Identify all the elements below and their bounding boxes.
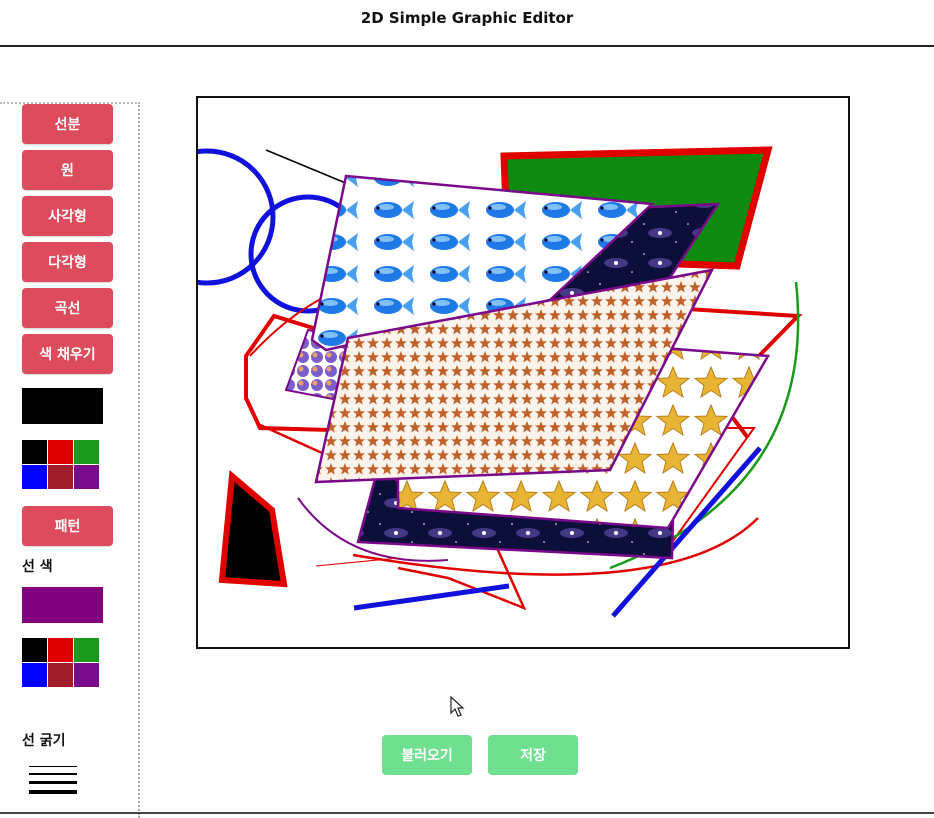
fill-tool-button[interactable]: 색 채우기 bbox=[22, 334, 113, 374]
line-width-4[interactable] bbox=[29, 790, 77, 794]
palette-color-red[interactable] bbox=[48, 440, 73, 464]
palette-color-green[interactable] bbox=[74, 440, 99, 464]
pattern-button[interactable]: 패턴 bbox=[22, 506, 113, 546]
circle-tool-button[interactable]: 원 bbox=[22, 150, 113, 190]
palette-color-black[interactable] bbox=[22, 440, 47, 464]
bottom-divider bbox=[0, 812, 934, 814]
drawing-canvas[interactable] bbox=[196, 96, 850, 649]
line-tool-button[interactable]: 선분 bbox=[22, 104, 113, 144]
save-button[interactable]: 저장 bbox=[488, 735, 578, 775]
palette-color-blue[interactable] bbox=[22, 663, 47, 687]
fill-color-current-swatch[interactable] bbox=[22, 388, 103, 424]
palette-color-blue[interactable] bbox=[22, 465, 47, 489]
line-width-label: 선 굵기 bbox=[22, 733, 66, 749]
palette-color-black[interactable] bbox=[22, 638, 47, 662]
title-divider bbox=[0, 45, 934, 47]
line-color-label: 선 색 bbox=[22, 559, 53, 575]
palette-color-dark-red[interactable] bbox=[48, 465, 73, 489]
fill-color-palette bbox=[22, 440, 99, 489]
curve-tool-button[interactable]: 곡선 bbox=[22, 288, 113, 328]
line-width-3[interactable] bbox=[29, 781, 77, 784]
palette-color-purple[interactable] bbox=[74, 465, 99, 489]
palette-color-dark-red[interactable] bbox=[48, 663, 73, 687]
load-button[interactable]: 불러오기 bbox=[382, 735, 472, 775]
mouse-pointer-icon bbox=[450, 695, 466, 722]
palette-color-green[interactable] bbox=[74, 638, 99, 662]
rectangle-tool-button[interactable]: 사각형 bbox=[22, 196, 113, 236]
palette-color-purple[interactable] bbox=[74, 663, 99, 687]
line-width-2[interactable] bbox=[29, 773, 77, 775]
line-color-palette bbox=[22, 638, 99, 687]
line-width-options bbox=[29, 766, 77, 800]
line-width-1[interactable] bbox=[29, 766, 77, 767]
polygon-tool-button[interactable]: 다각형 bbox=[22, 242, 113, 282]
palette-color-red[interactable] bbox=[48, 638, 73, 662]
line-color-current-swatch[interactable] bbox=[22, 587, 103, 623]
app-title: 2D Simple Graphic Editor bbox=[360, 9, 574, 27]
